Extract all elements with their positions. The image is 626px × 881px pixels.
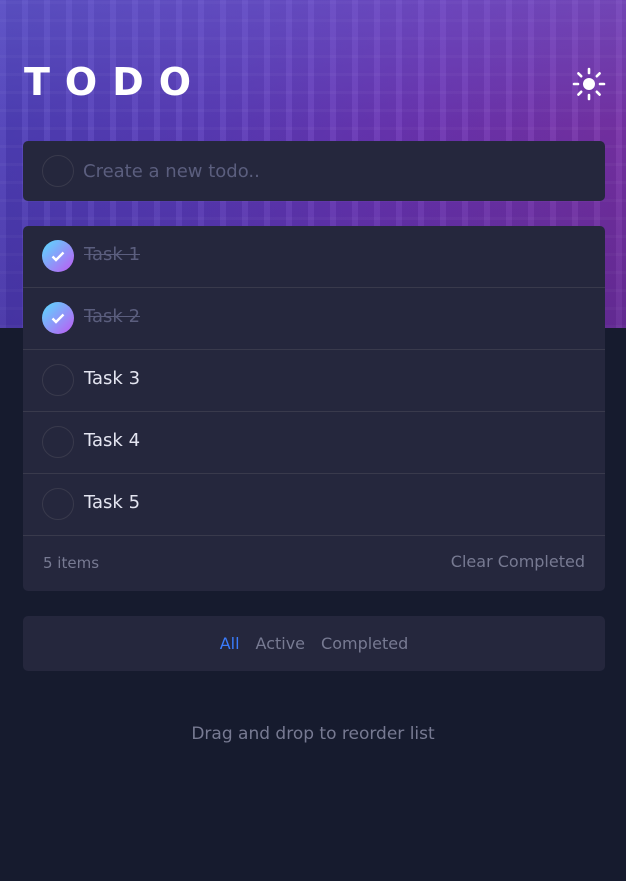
- filter-all[interactable]: All: [220, 634, 240, 653]
- check-icon: [51, 251, 65, 262]
- todo-text: Task 3: [84, 368, 141, 389]
- check-icon: [51, 313, 65, 324]
- theme-toggle-button[interactable]: [571, 66, 607, 102]
- todo-item[interactable]: Task 2: [23, 288, 605, 350]
- todo-checkbox[interactable]: [42, 302, 74, 334]
- todo-item[interactable]: Task 1: [23, 226, 605, 288]
- todo-checkbox[interactable]: [42, 488, 74, 520]
- todo-text: Task 2: [84, 306, 141, 327]
- todo-item[interactable]: Task 4: [23, 412, 605, 474]
- todo-text: Task 5: [84, 492, 141, 513]
- filter-active[interactable]: Active: [256, 634, 306, 653]
- items-left-count: 5 items: [43, 554, 100, 572]
- app-title: TODO: [24, 60, 207, 104]
- todo-text: Task 1: [84, 244, 141, 265]
- clear-completed-button[interactable]: Clear Completed: [451, 552, 585, 571]
- reorder-hint: Drag and drop to reorder list: [191, 724, 435, 744]
- todo-item[interactable]: Task 3: [23, 350, 605, 412]
- new-todo-input[interactable]: [83, 155, 583, 187]
- todo-item[interactable]: Task 5: [23, 474, 605, 536]
- todo-text: Task 4: [84, 430, 141, 451]
- todo-list: Task 1 Task 2 Task 3 Task 4 Task 5 5 ite…: [23, 226, 605, 591]
- filter-bar: All Active Completed: [23, 616, 605, 671]
- new-todo-check-circle: [42, 155, 74, 187]
- todo-checkbox[interactable]: [42, 364, 74, 396]
- sun-icon: [572, 67, 606, 101]
- list-footer: 5 items Clear Completed: [23, 536, 605, 591]
- new-todo-card: [23, 141, 605, 201]
- todo-checkbox[interactable]: [42, 240, 74, 272]
- todo-checkbox[interactable]: [42, 426, 74, 458]
- filter-completed[interactable]: Completed: [321, 634, 408, 653]
